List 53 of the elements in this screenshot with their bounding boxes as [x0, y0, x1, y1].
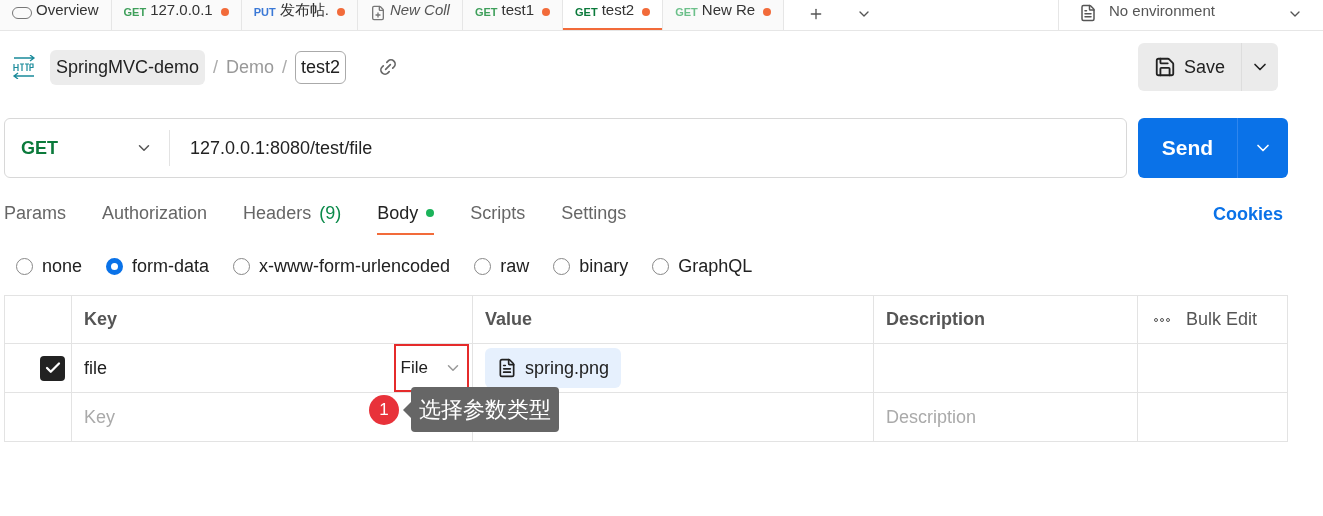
save-icon	[1153, 56, 1176, 78]
header-count: (9)	[319, 201, 342, 225]
request-tab[interactable]: GET 127.0.0.1	[111, 0, 242, 30]
column-header: Description	[886, 308, 986, 331]
breadcrumb-separator: /	[213, 55, 219, 79]
file-chip[interactable]: spring.png	[485, 348, 622, 388]
method-label: PUT	[253, 4, 276, 20]
tab-label: test2	[601, 0, 635, 20]
method-label: GET	[575, 4, 598, 20]
request-tab[interactable]: Body	[377, 193, 435, 235]
request-tab[interactable]: GET test2	[563, 0, 664, 30]
body-type-radio[interactable]: form-data	[106, 252, 210, 280]
tab-label: New Re	[701, 0, 756, 20]
tab-label: Overview	[36, 0, 99, 20]
file-icon	[497, 358, 517, 378]
method-label: GET	[123, 4, 147, 20]
collection-breadcrumb[interactable]: SpringMVC-demo	[50, 49, 206, 85]
breadcrumb-separator: /	[282, 55, 288, 79]
request-tab[interactable]: New Coll	[357, 0, 463, 30]
body-type-radio[interactable]: x-www-form-urlencoded	[233, 252, 451, 280]
body-type-radio[interactable]: raw	[474, 252, 530, 280]
request-name-field[interactable]: test2	[295, 50, 347, 84]
tab-label: test1	[501, 0, 535, 20]
row-checkbox[interactable]	[40, 355, 65, 381]
method-dropdown[interactable]: GET	[5, 130, 170, 166]
url-field[interactable]: 127.0.0.1:8080/test/file	[190, 134, 373, 162]
request-tab[interactable]: Authorization	[102, 193, 208, 235]
cookies-link[interactable]: Cookies	[1212, 200, 1283, 228]
request-tab[interactable]: Scripts	[470, 193, 526, 235]
body-type-radio[interactable]: GraphQL	[652, 252, 753, 280]
request-tab[interactable]: GET test1	[462, 0, 564, 30]
method-label: GET	[675, 4, 698, 20]
collection-icon	[369, 5, 386, 21]
tab-label: New Coll	[389, 0, 450, 20]
request-tab[interactable]: Params	[4, 193, 66, 235]
body-type-radio[interactable]: binary	[553, 252, 629, 280]
request-tab[interactable]: PUT 发布帖.	[241, 0, 358, 30]
environment-selector[interactable]: No environment	[1058, 0, 1323, 30]
column-header: Key	[84, 308, 118, 331]
key-field[interactable]: file	[84, 354, 394, 382]
request-tab[interactable]: Settings	[561, 193, 627, 235]
tooltip: 选择参数类型	[411, 387, 559, 432]
tab-label: 127.0.0.1	[150, 0, 213, 20]
body-type-radio[interactable]: none	[16, 252, 83, 280]
tab-label: 发布帖.	[279, 0, 329, 20]
method-label: GET	[474, 4, 498, 20]
request-tab[interactable]: Overview	[0, 0, 112, 30]
step-badge: 1	[369, 394, 399, 425]
bulk-edit-button[interactable]: Bulk Edit	[1186, 306, 1258, 333]
request-tab[interactable]: Headers (9)	[243, 193, 342, 235]
environment-icon	[1079, 4, 1097, 22]
request-tab[interactable]: GET New Re	[663, 0, 785, 30]
column-header: Value	[485, 308, 533, 331]
